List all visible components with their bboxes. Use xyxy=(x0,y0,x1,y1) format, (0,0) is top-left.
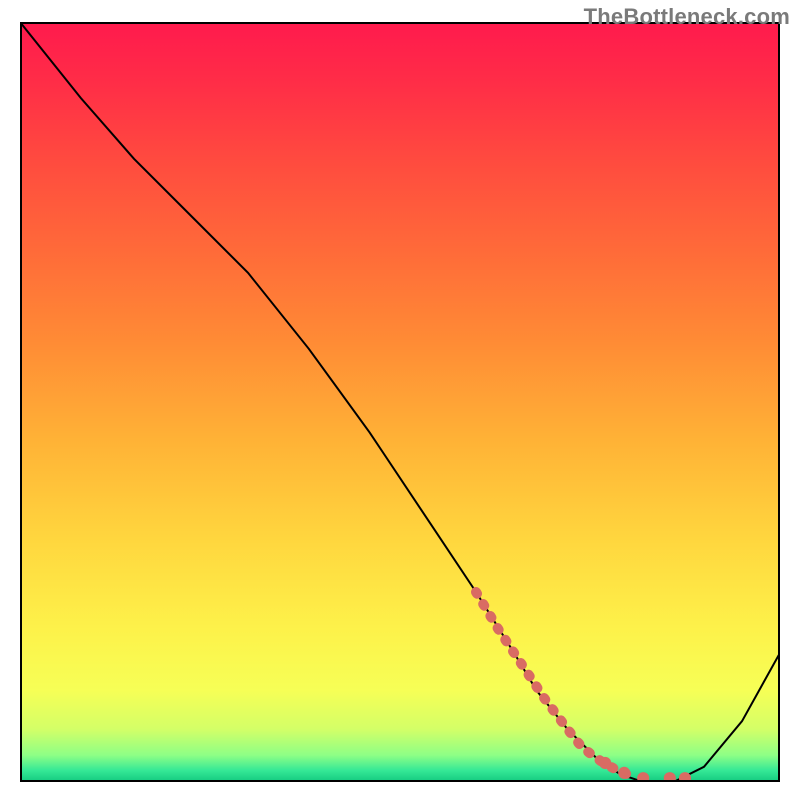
watermark-text: TheBottleneck.com xyxy=(584,4,790,30)
highlight-segment xyxy=(476,592,636,777)
plot-area xyxy=(20,22,780,782)
chart-container: TheBottleneck.com xyxy=(0,0,800,800)
bottleneck-curve xyxy=(20,22,780,782)
plot-svg xyxy=(20,22,780,782)
